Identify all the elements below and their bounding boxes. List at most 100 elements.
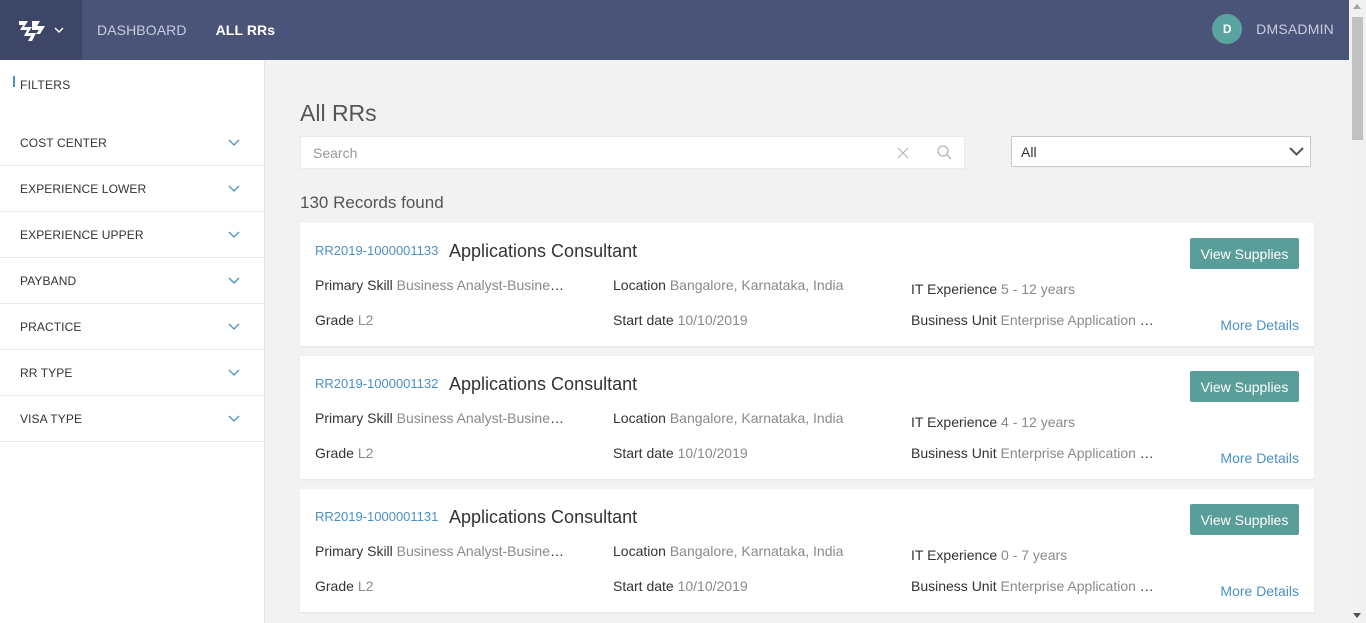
user-name: DMSADMIN: [1256, 21, 1334, 37]
rr-role: Applications Consultant: [449, 241, 638, 261]
field-label: IT Experience: [911, 547, 998, 563]
field-label: Start date: [613, 578, 674, 594]
chevron-down-icon: [228, 415, 240, 422]
field-label: Primary Skill: [315, 277, 393, 293]
it-experience-field: IT Experience 0 - 7 years: [911, 547, 1161, 563]
rr-id-link[interactable]: RR2019-1000001132: [315, 376, 438, 391]
scroll-up-arrow-icon[interactable]: [1353, 4, 1361, 9]
status-select-value: All: [1021, 143, 1037, 160]
field-value: Enterprise Application Services: [1000, 578, 1158, 594]
field-label: IT Experience: [911, 281, 998, 297]
main-content: All RRs All 130 Records found RR2019-100…: [266, 60, 1349, 623]
location-field: Location Bangalore, Karnataka, India: [613, 543, 873, 559]
field-label: Business Unit: [911, 578, 997, 594]
field-label: Location: [613, 543, 666, 559]
field-value: Bangalore, Karnataka, India: [669, 410, 844, 426]
page-title: All RRs: [300, 100, 377, 126]
chevron-down-icon: [228, 139, 240, 146]
more-details-link[interactable]: More Details: [1220, 583, 1299, 599]
field-value: Enterprise Application Services: [1000, 445, 1158, 461]
filter-item[interactable]: VISA TYPE: [0, 396, 264, 442]
field-label: Grade: [315, 312, 354, 328]
primary-skill-field: Primary Skill Business Analyst-Business …: [315, 410, 570, 426]
filter-label: COST CENTER: [20, 135, 107, 150]
nav-dashboard[interactable]: DASHBOARD: [97, 22, 187, 38]
business-unit-field: Business Unit Enterprise Application Ser…: [911, 578, 1158, 594]
grade-field: Grade L2: [315, 312, 515, 328]
filter-label: RR TYPE: [20, 365, 73, 380]
filter-list: COST CENTER EXPERIENCE LOWER EXPERIENCE UP…: [0, 120, 264, 442]
filter-item[interactable]: COST CENTER: [0, 120, 264, 166]
avatar: D: [1212, 14, 1243, 44]
start-date-field: Start date 10/10/2019: [613, 578, 863, 594]
logo-icon: [19, 21, 45, 41]
field-label: IT Experience: [911, 414, 998, 430]
grade-field: Grade L2: [315, 445, 515, 461]
field-value: 4 - 12 years: [1001, 414, 1075, 430]
field-value: 10/10/2019: [677, 578, 748, 594]
primary-skill-field: Primary Skill Business Analyst-Business …: [315, 277, 570, 293]
status-select[interactable]: All: [1011, 136, 1311, 167]
field-label: Start date: [613, 312, 674, 328]
filter-label: PRACTICE: [20, 319, 82, 334]
chevron-down-icon: [228, 369, 240, 376]
view-supplies-button[interactable]: View Supplies: [1190, 371, 1299, 402]
field-value: Business Analyst-Business Analysis: [396, 277, 570, 293]
field-value: L2: [357, 578, 374, 594]
filter-item[interactable]: PRACTICE: [0, 304, 264, 350]
more-details-link[interactable]: More Details: [1220, 317, 1299, 333]
filter-item[interactable]: RR TYPE: [0, 350, 264, 396]
search-icon[interactable]: [937, 145, 952, 160]
grade-field: Grade L2: [315, 578, 515, 594]
field-value: 0 - 7 years: [1001, 547, 1068, 563]
chevron-down-icon: [228, 323, 240, 330]
field-value: Bangalore, Karnataka, India: [669, 543, 844, 559]
field-value: Bangalore, Karnataka, India: [669, 277, 844, 293]
page-scrollbar[interactable]: [1349, 0, 1366, 623]
filters-sidebar: FILTERS COST CENTER EXPERIENCE LOWER EXPER…: [0, 60, 265, 623]
business-unit-field: Business Unit Enterprise Application Ser…: [911, 445, 1158, 461]
chevron-down-icon: [54, 27, 64, 33]
filter-label: EXPERIENCE UPPER: [20, 227, 144, 242]
location-field: Location Bangalore, Karnataka, India: [613, 277, 873, 293]
rr-id-link[interactable]: RR2019-1000001133: [315, 243, 438, 258]
scroll-down-arrow-icon[interactable]: [1353, 613, 1361, 618]
start-date-field: Start date 10/10/2019: [613, 445, 863, 461]
user-menu[interactable]: D DMSADMIN: [1212, 14, 1334, 44]
field-label: Location: [613, 277, 666, 293]
filter-item[interactable]: EXPERIENCE UPPER: [0, 212, 264, 258]
rr-role: Applications Consultant: [449, 374, 638, 394]
field-value: Business Analyst-Business Analysis: [396, 543, 570, 559]
field-label: Start date: [613, 445, 674, 461]
it-experience-field: IT Experience 5 - 12 years: [911, 281, 1161, 297]
search-input[interactable]: [313, 144, 881, 161]
it-experience-field: IT Experience 4 - 12 years: [911, 414, 1161, 430]
scrollbar-thumb[interactable]: [1352, 17, 1363, 140]
rr-card: RR2019-1000001131 Applications Consultant…: [300, 489, 1314, 612]
rr-id-link[interactable]: RR2019-1000001131: [315, 509, 438, 524]
app-logo-menu[interactable]: [0, 0, 82, 60]
filter-item[interactable]: EXPERIENCE LOWER: [0, 166, 264, 212]
filters-accent-bar: [13, 76, 15, 87]
field-label: Grade: [315, 578, 354, 594]
records-count: 130 Records found: [300, 193, 444, 212]
business-unit-field: Business Unit Enterprise Application Ser…: [911, 312, 1158, 328]
chevron-down-icon: [1289, 147, 1304, 156]
rr-card: RR2019-1000001133 Applications Consultant…: [300, 223, 1314, 346]
top-bar: DASHBOARD ALL RRs D DMSADMIN: [0, 0, 1349, 60]
view-supplies-button[interactable]: View Supplies: [1190, 504, 1299, 535]
field-value: L2: [357, 445, 374, 461]
filter-item[interactable]: PAYBAND: [0, 258, 264, 304]
start-date-field: Start date 10/10/2019: [613, 312, 863, 328]
field-value: Enterprise Application Services: [1000, 312, 1158, 328]
rr-card: RR2019-1000001132 Applications Consultant…: [300, 356, 1314, 479]
more-details-link[interactable]: More Details: [1220, 450, 1299, 466]
view-supplies-button[interactable]: View Supplies: [1190, 238, 1299, 269]
clear-icon[interactable]: [897, 147, 909, 159]
filter-label: EXPERIENCE LOWER: [20, 181, 147, 196]
filters-header: FILTERS: [0, 60, 264, 120]
field-value: L2: [357, 312, 374, 328]
nav-all-rrs[interactable]: ALL RRs: [216, 22, 276, 38]
field-value: 10/10/2019: [677, 445, 748, 461]
field-label: Business Unit: [911, 312, 997, 328]
